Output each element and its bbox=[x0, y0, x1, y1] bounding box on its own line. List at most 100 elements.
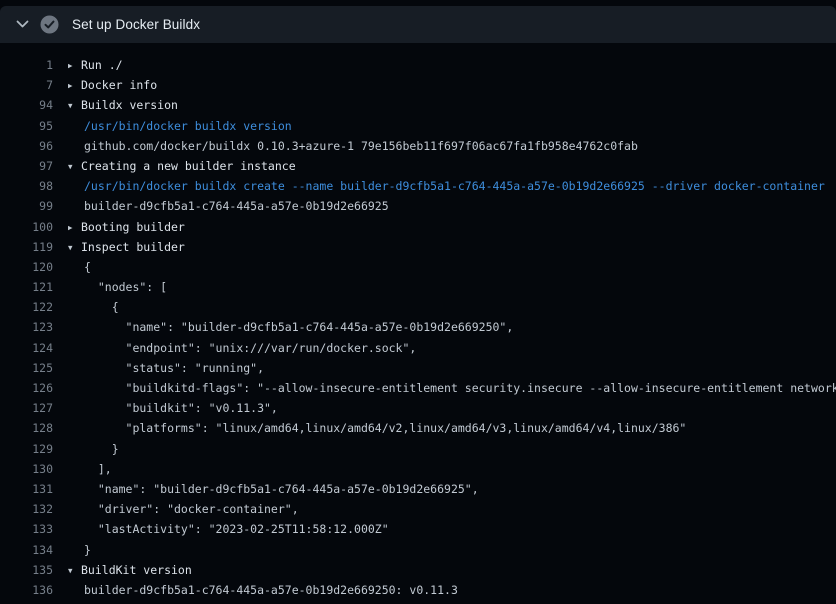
line-number[interactable]: 135 bbox=[0, 560, 53, 580]
check-circle-icon bbox=[40, 15, 59, 34]
line-number[interactable]: 133 bbox=[0, 519, 53, 539]
log-line-content: "name": "builder-d9cfb5a1-c764-445a-a57e… bbox=[68, 317, 513, 337]
line-number[interactable]: 1 bbox=[0, 55, 53, 75]
line-number[interactable]: 96 bbox=[0, 136, 53, 156]
log-line: 134} bbox=[0, 540, 836, 560]
log-line: 135 ▼BuildKit version bbox=[0, 560, 836, 580]
group-title[interactable]: Run ./ bbox=[81, 58, 123, 72]
log-line: 97 ▼Creating a new builder instance bbox=[0, 156, 836, 176]
log-line-content: ▼Inspect builder bbox=[68, 237, 185, 257]
line-number[interactable]: 98 bbox=[0, 176, 53, 196]
line-number[interactable]: 119 bbox=[0, 237, 53, 257]
log-line-content: ▶Booting builder bbox=[68, 217, 185, 237]
group-title[interactable]: Inspect builder bbox=[81, 240, 185, 254]
line-number[interactable]: 94 bbox=[0, 95, 53, 115]
log-line: 128 "platforms": "linux/amd64,linux/amd6… bbox=[0, 418, 836, 438]
log-line: 122 { bbox=[0, 297, 836, 317]
log-line-content: "endpoint": "unix:///var/run/docker.sock… bbox=[68, 338, 416, 358]
group-title[interactable]: Creating a new builder instance bbox=[81, 159, 296, 173]
log-line-content: ▼BuildKit version bbox=[68, 560, 192, 580]
log-line: 95/usr/bin/docker buildx version bbox=[0, 116, 836, 136]
log-line: 129 } bbox=[0, 439, 836, 459]
line-number[interactable]: 124 bbox=[0, 338, 53, 358]
log-line-content: ▼Creating a new builder instance bbox=[68, 156, 296, 176]
line-number[interactable]: 131 bbox=[0, 479, 53, 499]
line-number[interactable]: 125 bbox=[0, 358, 53, 378]
log-line: 1 ▶Run ./ bbox=[0, 55, 836, 75]
log-line-content: "buildkitd-flags": "--allow-insecure-ent… bbox=[68, 378, 836, 398]
output-text: } bbox=[68, 543, 91, 557]
group-expanded-arrow-icon[interactable]: ▼ bbox=[68, 238, 81, 257]
line-number[interactable]: 122 bbox=[0, 297, 53, 317]
log-line: 99 builder-d9cfb5a1-c764-445a-a57e-0b19d2… bbox=[0, 196, 836, 216]
line-number[interactable]: 100 bbox=[0, 217, 53, 237]
log-line: 123 "name": "builder-d9cfb5a1-c764-445a-… bbox=[0, 317, 836, 337]
output-text: "buildkitd-flags": "--allow-insecure-ent… bbox=[68, 381, 836, 395]
line-number[interactable]: 126 bbox=[0, 378, 53, 398]
group-expanded-arrow-icon[interactable]: ▼ bbox=[68, 157, 81, 176]
output-text: builder-d9cfb5a1-c764-445a-a57e-0b19d2e6… bbox=[68, 583, 458, 597]
log-line: 7 ▶Docker info bbox=[0, 75, 836, 95]
output-text: builder-d9cfb5a1-c764-445a-a57e-0b19d2e6… bbox=[68, 199, 389, 213]
log-line-content: } bbox=[68, 540, 91, 560]
line-number[interactable]: 130 bbox=[0, 459, 53, 479]
output-text: "lastActivity": "2023-02-25T11:58:12.000… bbox=[68, 522, 389, 536]
log-line: 98/usr/bin/docker buildx create --name b… bbox=[0, 176, 836, 196]
log-line: 130 ], bbox=[0, 459, 836, 479]
group-title[interactable]: Docker info bbox=[81, 78, 157, 92]
log-line: 124 "endpoint": "unix:///var/run/docker.… bbox=[0, 338, 836, 358]
log-line: 127 "buildkit": "v0.11.3", bbox=[0, 398, 836, 418]
log-line: 96 github.com/docker/buildx 0.10.3+azure-… bbox=[0, 136, 836, 156]
line-number[interactable]: 7 bbox=[0, 75, 53, 95]
line-number[interactable]: 127 bbox=[0, 398, 53, 418]
line-number[interactable]: 95 bbox=[0, 116, 53, 136]
command-text: /usr/bin/docker buildx version bbox=[68, 119, 292, 133]
line-number[interactable]: 129 bbox=[0, 439, 53, 459]
log-line-content: "platforms": "linux/amd64,linux/amd64/v2… bbox=[68, 418, 686, 438]
output-text: "name": "builder-d9cfb5a1-c764-445a-a57e… bbox=[68, 320, 513, 334]
line-number[interactable]: 128 bbox=[0, 418, 53, 438]
line-number[interactable]: 99 bbox=[0, 196, 53, 216]
log-line: 133 "lastActivity": "2023-02-25T11:58:12… bbox=[0, 519, 836, 539]
log-line-content: builder-d9cfb5a1-c764-445a-a57e-0b19d2e6… bbox=[68, 580, 458, 600]
output-text: "nodes": [ bbox=[68, 280, 167, 294]
log-line: 132 "driver": "docker-container", bbox=[0, 499, 836, 519]
log-line: 121 "nodes": [ bbox=[0, 277, 836, 297]
group-expanded-arrow-icon[interactable]: ▼ bbox=[68, 561, 81, 580]
log-line-content: "driver": "docker-container", bbox=[68, 499, 299, 519]
output-text: "buildkit": "v0.11.3", bbox=[68, 401, 278, 415]
group-collapsed-arrow-icon[interactable]: ▶ bbox=[68, 56, 81, 75]
group-title[interactable]: BuildKit version bbox=[81, 563, 192, 577]
output-text: } bbox=[68, 442, 119, 456]
group-expanded-arrow-icon[interactable]: ▼ bbox=[68, 96, 81, 115]
log-line-content: builder-d9cfb5a1-c764-445a-a57e-0b19d2e6… bbox=[68, 196, 389, 216]
line-number[interactable]: 97 bbox=[0, 156, 53, 176]
group-collapsed-arrow-icon[interactable]: ▶ bbox=[68, 218, 81, 237]
output-text: "name": "builder-d9cfb5a1-c764-445a-a57e… bbox=[68, 482, 479, 496]
log-line: 136 builder-d9cfb5a1-c764-445a-a57e-0b19d… bbox=[0, 580, 836, 600]
chevron-down-icon[interactable] bbox=[14, 17, 30, 33]
output-text: { bbox=[68, 260, 91, 274]
group-collapsed-arrow-icon[interactable]: ▶ bbox=[68, 76, 81, 95]
line-number[interactable]: 123 bbox=[0, 317, 53, 337]
group-title[interactable]: Buildx version bbox=[81, 98, 178, 112]
output-text: "driver": "docker-container", bbox=[68, 502, 299, 516]
log-line-content: } bbox=[68, 439, 119, 459]
log-line-content: "name": "builder-d9cfb5a1-c764-445a-a57e… bbox=[68, 479, 479, 499]
output-text: "status": "running", bbox=[68, 361, 264, 375]
log-line-content: "status": "running", bbox=[68, 358, 264, 378]
line-number[interactable]: 136 bbox=[0, 580, 53, 600]
line-number[interactable]: 132 bbox=[0, 499, 53, 519]
group-title[interactable]: Booting builder bbox=[81, 220, 185, 234]
line-number[interactable]: 121 bbox=[0, 277, 53, 297]
command-text: /usr/bin/docker buildx create --name bui… bbox=[68, 179, 825, 193]
log-line: 126 "buildkitd-flags": "--allow-insecure… bbox=[0, 378, 836, 398]
output-text: ], bbox=[68, 462, 112, 476]
log-line-content: ▶Run ./ bbox=[68, 55, 123, 75]
log-line-content: { bbox=[68, 297, 119, 317]
log-line-content: github.com/docker/buildx 0.10.3+azure-1 … bbox=[68, 136, 638, 156]
line-number[interactable]: 120 bbox=[0, 257, 53, 277]
log-line-content: { bbox=[68, 257, 91, 277]
line-number[interactable]: 134 bbox=[0, 540, 53, 560]
step-header[interactable]: Set up Docker Buildx bbox=[0, 6, 836, 43]
